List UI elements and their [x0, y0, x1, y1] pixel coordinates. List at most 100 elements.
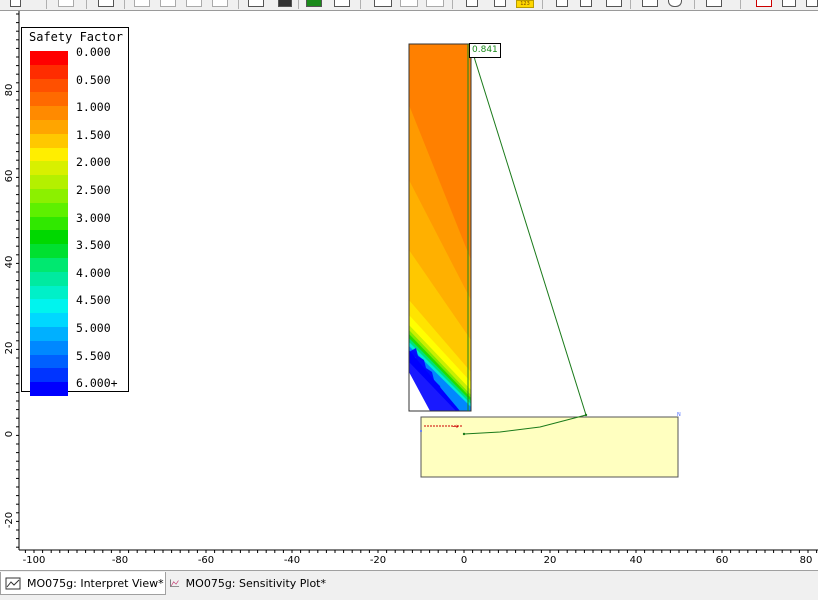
legend-label: 3.000	[76, 210, 111, 225]
toolbar-button-7[interactable]	[212, 0, 228, 7]
x-tick-label: 40	[630, 555, 643, 566]
toolbar-button-2[interactable]	[58, 0, 74, 7]
toolbar-button-14[interactable]	[556, 0, 568, 7]
x-axis-labels: -100 -80 -60 -40 -20 0 20 40 60 80	[23, 555, 813, 566]
x-tick-label: -40	[284, 555, 300, 566]
interpret-view-icon	[5, 577, 21, 590]
x-tick-label: 20	[544, 555, 557, 566]
load-arrow-icon: →	[452, 422, 459, 431]
x-tick-label: -100	[23, 555, 46, 566]
legend-label: 1.000	[76, 100, 111, 115]
toolbar-button-19[interactable]	[706, 0, 722, 7]
y-tick-label: 40	[4, 256, 15, 269]
foundation-block[interactable]	[420, 416, 679, 478]
toolbar-button-1[interactable]	[10, 0, 21, 7]
legend-label: 0.500	[76, 72, 111, 87]
toolbar-separator	[238, 0, 239, 9]
legend-label: 4.500	[76, 293, 111, 308]
toolbar-button-9[interactable]	[278, 0, 292, 7]
document-tabbar: MO075g: Interpret View* MO075g: Sensitiv…	[0, 570, 818, 600]
legend-swatch	[30, 202, 68, 218]
legend-label: 1.500	[76, 127, 111, 142]
sensitivity-plot-icon	[170, 579, 180, 587]
toolbar-button-13[interactable]	[494, 0, 506, 7]
grid-button-3[interactable]	[426, 0, 444, 7]
legend-swatch	[30, 244, 68, 259]
tab-sensitivity-plot[interactable]: MO075g: Sensitivity Plot*	[166, 572, 326, 594]
y-axis-labels: 80 60 40 20 0 -20	[4, 84, 15, 529]
vertex-marker	[420, 430, 422, 432]
critical-slip-surface	[463, 43, 587, 435]
grid-button-2[interactable]	[400, 0, 418, 7]
legend-swatch	[30, 216, 68, 231]
toolbar-button-16[interactable]	[606, 0, 622, 7]
legend-swatch	[30, 327, 68, 342]
y-tick-label: 20	[4, 342, 15, 355]
toolbar-button-21[interactable]	[782, 0, 796, 7]
toolbar: 123	[0, 0, 818, 11]
x-tick-label: -20	[370, 555, 386, 566]
legend-label: 5.500	[76, 348, 111, 363]
legend-label: 3.500	[76, 238, 111, 253]
x-tick-label: 0	[461, 555, 467, 566]
tab-interpret-view[interactable]: MO075g: Interpret View*	[0, 572, 166, 595]
legend-swatch	[30, 189, 68, 204]
legend-label: 5.000	[76, 321, 111, 335]
toolbar-button-5[interactable]	[160, 0, 176, 7]
toolbar-separator	[740, 0, 741, 9]
legend-swatch	[30, 64, 68, 80]
legend-label: 6.000+	[76, 376, 118, 391]
safety-factor-legend: Safety Factor 0.000 0.500 1.000 1.500 2.000 2…	[21, 27, 129, 397]
toolbar-button-18[interactable]	[668, 0, 682, 7]
x-tick-label: 80	[800, 555, 813, 566]
legend-swatch	[30, 285, 68, 300]
toolbar-button-22[interactable]	[806, 0, 818, 7]
grid-button-1[interactable]	[374, 0, 392, 7]
legend-swatch	[30, 175, 68, 190]
toolbar-button-6[interactable]	[186, 0, 202, 7]
toolbar-separator	[360, 0, 361, 9]
toolbar-button-17[interactable]	[642, 0, 658, 7]
legend-swatch	[30, 120, 68, 135]
vertex-marker	[462, 432, 466, 436]
toolbar-button-10[interactable]	[306, 0, 322, 7]
toolbar-separator	[86, 0, 87, 9]
legend-swatch	[30, 161, 68, 176]
vertex-marker	[584, 413, 588, 417]
legend-swatch	[30, 78, 68, 93]
toolbar-button-4[interactable]	[134, 0, 150, 7]
legend-swatch	[30, 313, 68, 328]
toolbar-button-3[interactable]	[98, 0, 114, 7]
x-tick-label: -60	[198, 555, 214, 566]
legend-label: 4.000	[76, 265, 111, 280]
critical-safety-factor-label[interactable]: 0.841	[469, 43, 501, 58]
toolbar-button-12[interactable]	[466, 0, 478, 7]
legend-swatch	[30, 258, 68, 273]
toolbar-button-15[interactable]	[580, 0, 592, 7]
toolbar-badge-button[interactable]: 123	[516, 0, 534, 8]
point-label: N	[677, 412, 681, 418]
legend-label: 0.000	[76, 45, 111, 59]
y-tick-label: 0	[4, 431, 15, 437]
legend-swatch	[30, 354, 68, 369]
legend-swatch	[30, 51, 68, 66]
tab-label: MO075g: Sensitivity Plot*	[185, 576, 326, 590]
x-tick-label: 60	[716, 555, 729, 566]
legend-swatch	[30, 271, 68, 287]
toolbar-separator	[452, 0, 453, 9]
y-tick-label: -20	[4, 512, 15, 528]
toolbar-separator	[694, 0, 695, 9]
legend-swatch	[30, 368, 68, 383]
legend-swatch	[30, 340, 68, 356]
legend-swatch	[30, 106, 68, 121]
toolbar-button-11[interactable]	[334, 0, 350, 7]
interpret-view[interactable]: 80 60 40 20 0 -20 -100 -80 -60 -40 -20 0…	[0, 11, 818, 570]
legend-swatch	[30, 299, 68, 314]
toolbar-separator	[542, 0, 543, 9]
toolbar-button-20[interactable]	[756, 0, 772, 7]
legend-title: Safety Factor	[29, 30, 123, 44]
legend-label: 2.500	[76, 183, 111, 197]
legend-label: 2.000	[76, 155, 111, 170]
toolbar-button-8[interactable]	[248, 0, 264, 7]
toolbar-separator	[298, 0, 299, 9]
